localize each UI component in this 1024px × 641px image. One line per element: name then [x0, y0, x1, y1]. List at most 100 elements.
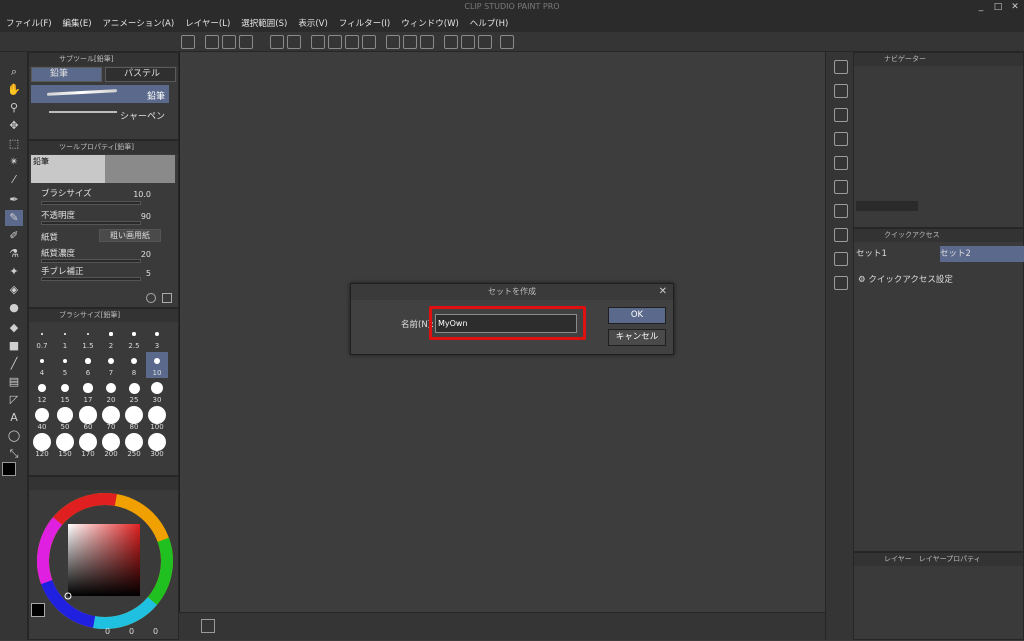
layer-property-tab-label[interactable]: レイヤープロパティ	[919, 555, 981, 563]
pen-tool-icon[interactable]: ✒	[5, 192, 23, 208]
material-icon[interactable]	[834, 132, 848, 146]
eraser-tool-icon[interactable]: ◈	[5, 282, 23, 298]
brush-size-cell[interactable]: 120	[31, 433, 53, 459]
subtool-tab-pencil[interactable]: 鉛筆	[31, 67, 102, 82]
brush-size-cell[interactable]: 30	[146, 379, 168, 405]
zoom-tool-icon[interactable]: ⌕	[5, 64, 23, 80]
layer-tab-label[interactable]: レイヤー	[884, 555, 912, 563]
paper-density-slider[interactable]	[41, 259, 141, 263]
help-icon[interactable]	[500, 35, 514, 49]
brush-size-cell[interactable]: 7	[100, 352, 122, 378]
snap-grid-icon[interactable]	[478, 35, 492, 49]
figure-tool-icon[interactable]: ╱	[5, 356, 23, 372]
close-icon[interactable]: ✕	[659, 286, 667, 297]
brush-size-cell[interactable]: 300	[146, 433, 168, 459]
name-input[interactable]	[435, 314, 577, 333]
brush-size-cell[interactable]: 12	[31, 379, 53, 405]
menu-window[interactable]: ウィンドウ(W)	[401, 17, 459, 29]
subtool-tab-pastel[interactable]: パステル	[105, 67, 176, 82]
close-window-button[interactable]: ✕	[1008, 0, 1022, 14]
brush-size-slider[interactable]	[41, 201, 141, 205]
brush-size-cell[interactable]: 70	[100, 406, 122, 432]
brush-size-cell[interactable]: 150	[54, 433, 76, 459]
opacity-slider[interactable]	[41, 221, 141, 225]
brush-size-cell[interactable]: 60	[77, 406, 99, 432]
menu-help[interactable]: ヘルプ(H)	[470, 17, 509, 29]
paper-density-value[interactable]: 20	[129, 250, 151, 259]
invert-selection-icon[interactable]	[420, 35, 434, 49]
ruler-tool-icon[interactable]: ◸	[5, 392, 23, 408]
material-icon[interactable]	[834, 252, 848, 266]
brush-size-cell[interactable]: 4	[31, 352, 53, 378]
brush-tool-icon[interactable]: ✐	[5, 228, 23, 244]
brush-size-cell[interactable]: 17	[77, 379, 99, 405]
color-wheel[interactable]	[29, 477, 180, 641]
brush-size-cell[interactable]: 170	[77, 433, 99, 459]
pencil-tool-icon[interactable]: ✎	[5, 210, 23, 226]
airbrush-tool-icon[interactable]: ⚗	[5, 246, 23, 262]
correct-line-tool-icon[interactable]: ⤡	[5, 446, 23, 462]
open-file-icon[interactable]	[222, 35, 236, 49]
fill-icon[interactable]	[345, 35, 359, 49]
material-icon[interactable]	[834, 180, 848, 194]
select-all-icon[interactable]	[403, 35, 417, 49]
cancel-button[interactable]: キャンセル	[608, 329, 666, 346]
material-icon[interactable]	[834, 108, 848, 122]
brush-size-cell[interactable]: 10	[146, 352, 168, 378]
material-icon[interactable]	[834, 204, 848, 218]
hand-tool-icon[interactable]: ✋	[5, 82, 23, 98]
wrench-icon[interactable]	[162, 293, 172, 303]
menu-layer[interactable]: レイヤー(L)	[185, 17, 230, 29]
brush-size-cell[interactable]: 3	[146, 325, 168, 351]
brush-size-cell[interactable]: 2	[100, 325, 122, 351]
settings-icon[interactable]	[146, 293, 156, 303]
brush-size-cell[interactable]: 0.7	[31, 325, 53, 351]
material-icon[interactable]	[834, 156, 848, 170]
snap-ruler-icon[interactable]	[444, 35, 458, 49]
brush-size-cell[interactable]: 2.5	[123, 325, 145, 351]
paper-texture-select[interactable]: 粗い画用紙	[99, 229, 161, 242]
maximize-button[interactable]: □	[991, 0, 1005, 14]
eyedropper-tool-icon[interactable]: ⁄	[5, 172, 23, 188]
subtool-item[interactable]: シャーペン	[31, 105, 169, 123]
stabilization-slider[interactable]	[41, 277, 141, 281]
move-tool-icon[interactable]: ✥	[5, 118, 23, 134]
text-tool-icon[interactable]: A	[5, 410, 23, 426]
fill-tool-icon[interactable]: ◆	[5, 320, 23, 336]
brush-size-cell[interactable]: 40	[31, 406, 53, 432]
brush-size-cell[interactable]: 200	[100, 433, 122, 459]
brush-size-cell[interactable]: 20	[100, 379, 122, 405]
brush-size-cell[interactable]: 1	[54, 325, 76, 351]
balloon-tool-icon[interactable]: ◯	[5, 428, 23, 444]
brush-size-cell[interactable]: 8	[123, 352, 145, 378]
clear-icon[interactable]	[311, 35, 325, 49]
brush-size-cell[interactable]: 250	[123, 433, 145, 459]
auto-select-tool-icon[interactable]: ✴	[5, 154, 23, 170]
brush-size-cell[interactable]: 100	[146, 406, 168, 432]
navigator-zoom-slider[interactable]	[856, 201, 918, 211]
opacity-value[interactable]: 90	[129, 212, 151, 221]
minimize-button[interactable]: _	[974, 0, 988, 14]
material-icon[interactable]	[834, 228, 848, 242]
menu-selection[interactable]: 選択範囲(S)	[241, 17, 287, 29]
material-icon[interactable]	[834, 276, 848, 290]
quick-access-set-1[interactable]: セット1	[856, 246, 938, 262]
operation-tool-icon[interactable]: ⚲	[5, 100, 23, 116]
gradient-tool-icon[interactable]: ■	[5, 338, 23, 354]
material-icon[interactable]	[834, 84, 848, 98]
deselect-icon[interactable]	[386, 35, 400, 49]
brush-size-cell[interactable]: 80	[123, 406, 145, 432]
brush-size-cell[interactable]: 15	[54, 379, 76, 405]
brush-size-cell[interactable]: 50	[54, 406, 76, 432]
menu-file[interactable]: ファイル(F)	[6, 17, 52, 29]
quick-access-settings[interactable]: ⚙ クイックアクセス設定	[858, 273, 953, 285]
clear-outside-icon[interactable]	[328, 35, 342, 49]
transform-icon[interactable]	[362, 35, 376, 49]
brush-size-cell[interactable]: 6	[77, 352, 99, 378]
brush-size-cell[interactable]: 1.5	[77, 325, 99, 351]
menu-edit[interactable]: 編集(E)	[63, 17, 92, 29]
brush-size-cell[interactable]: 5	[54, 352, 76, 378]
decoration-tool-icon[interactable]: ✦	[5, 264, 23, 280]
menu-view[interactable]: 表示(V)	[298, 17, 327, 29]
ok-button[interactable]: OK	[608, 307, 666, 324]
